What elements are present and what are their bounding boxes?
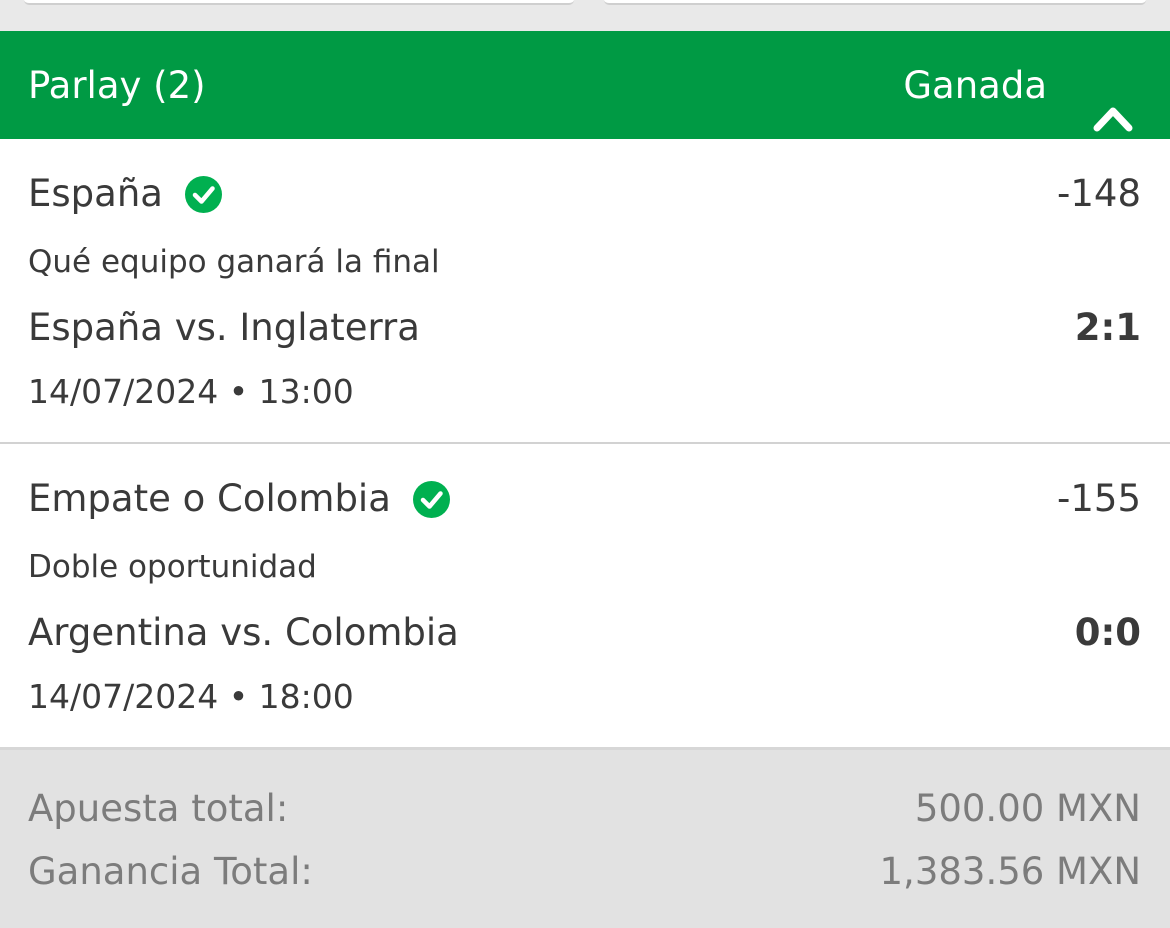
chevron-up-icon[interactable]: [1092, 100, 1134, 134]
bet-market: Qué equipo ganará la final: [28, 244, 440, 280]
bet-odds: -148: [1057, 172, 1141, 215]
parlay-title: Parlay (2): [28, 64, 206, 107]
parlay-status: Ganada: [903, 64, 1047, 107]
match-datetime: 14/07/2024 • 13:00: [28, 372, 354, 411]
total-payout-label: Ganancia Total:: [28, 850, 313, 893]
top-tab-right[interactable]: [604, 0, 1146, 5]
total-stake-value: 500.00 MXN: [914, 787, 1141, 830]
bet-match: Argentina vs. Colombia: [28, 611, 459, 654]
bet-match: España vs. Inglaterra: [28, 306, 420, 349]
total-stake-label: Apuesta total:: [28, 787, 289, 830]
top-tab-strip: [0, 0, 1170, 31]
bet-selection: España: [28, 172, 222, 216]
match-score: 0:0: [1074, 611, 1141, 654]
selection-label: España: [28, 172, 163, 215]
parlay-header[interactable]: Parlay (2) Ganada: [0, 31, 1170, 139]
bet-odds: -155: [1057, 477, 1141, 520]
total-payout-value: 1,383.56 MXN: [879, 850, 1141, 893]
bet-summary: Apuesta total: 500.00 MXN Ganancia Total…: [0, 750, 1170, 928]
bet-leg: Empate o Colombia -155 Doble oportunidad…: [0, 444, 1170, 747]
check-circle-icon: [184, 175, 222, 213]
bet-selection: Empate o Colombia: [28, 477, 450, 521]
match-datetime: 14/07/2024 • 18:00: [28, 677, 354, 716]
match-score: 2:1: [1074, 306, 1141, 349]
top-tab-left[interactable]: [24, 0, 574, 5]
selection-label: Empate o Colombia: [28, 477, 391, 520]
bet-leg: España -148 Qué equipo ganará la final E…: [0, 139, 1170, 442]
check-circle-icon: [412, 480, 450, 518]
bet-market: Doble oportunidad: [28, 549, 317, 585]
